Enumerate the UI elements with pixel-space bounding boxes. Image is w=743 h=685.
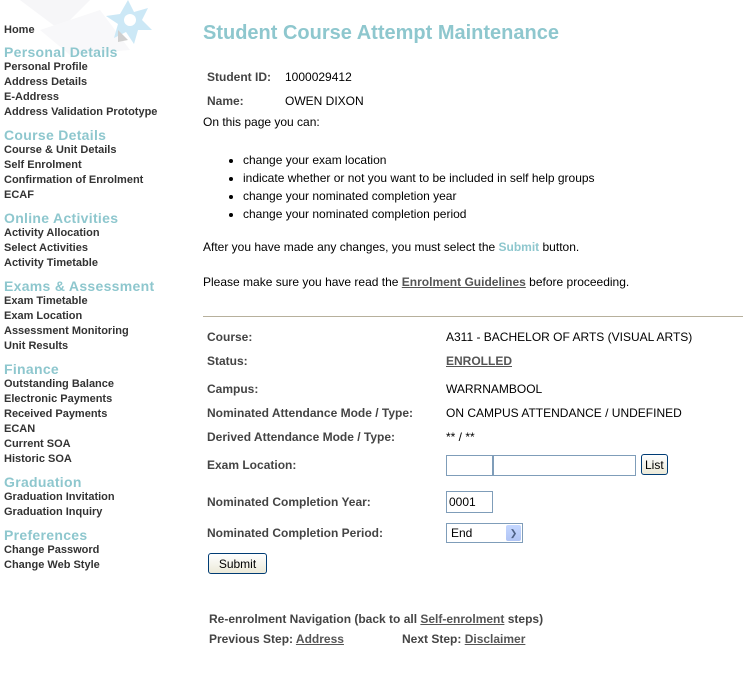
previous-step-address-link[interactable]: Address bbox=[296, 632, 344, 646]
list-item: change your nominated completion period bbox=[243, 205, 595, 223]
re-enrolment-navigation: Re-enrolment Navigation (back to all Sel… bbox=[209, 612, 543, 626]
sidebar-item-course-unit-details[interactable]: Course & Unit Details bbox=[4, 143, 199, 158]
sidebar-heading: Finance bbox=[4, 361, 60, 377]
sidebar-group: Personal Details Personal Profile Address … bbox=[4, 44, 199, 120]
next-step-label: Next Step: bbox=[402, 632, 465, 646]
completion-year-label: Nominated Completion Year: bbox=[207, 495, 371, 509]
divider bbox=[203, 316, 743, 317]
sidebar-group: Preferences Change Password Change Web Sty… bbox=[4, 527, 199, 573]
sidebar-group: Course Details Course & Unit Details Self … bbox=[4, 127, 199, 203]
exam-location-label: Exam Location: bbox=[207, 458, 297, 472]
chevron-down-icon[interactable]: ❯ bbox=[506, 525, 521, 541]
student-id-value: 1000029412 bbox=[285, 70, 352, 84]
sidebar-nav: Home Personal Details Personal Profile Add… bbox=[4, 23, 199, 580]
sidebar-item-confirmation-of-enrolment[interactable]: Confirmation of Enrolment bbox=[4, 173, 199, 188]
next-step: Next Step: Disclaimer bbox=[402, 632, 525, 646]
navigation-text: steps) bbox=[504, 612, 544, 626]
sidebar-item-outstanding-balance[interactable]: Outstanding Balance bbox=[4, 377, 199, 392]
list-button[interactable]: List bbox=[641, 454, 668, 475]
sidebar-item-select-activities[interactable]: Select Activities bbox=[4, 241, 199, 256]
sidebar-item-activity-timetable[interactable]: Activity Timetable bbox=[4, 256, 199, 271]
sidebar-item-graduation-invitation[interactable]: Graduation Invitation bbox=[4, 490, 199, 505]
sidebar-item-ecaf[interactable]: ECAF bbox=[4, 188, 199, 203]
list-item: change your nominated completion year bbox=[243, 187, 595, 205]
sidebar-heading: Online Activities bbox=[4, 210, 119, 226]
sidebar-item-e-address[interactable]: E-Address bbox=[4, 90, 199, 105]
completion-period-label: Nominated Completion Period: bbox=[207, 526, 384, 540]
status-link[interactable]: ENROLLED bbox=[446, 354, 512, 368]
sidebar-item-change-web-style[interactable]: Change Web Style bbox=[4, 558, 199, 573]
sidebar-heading: Preferences bbox=[4, 527, 88, 543]
derived-mode-label: Derived Attendance Mode / Type: bbox=[207, 430, 396, 444]
sidebar-item-historic-soa[interactable]: Historic SOA bbox=[4, 452, 199, 467]
sidebar-heading: Exams & Assessment bbox=[4, 278, 155, 294]
intro-text: On this page you can: bbox=[203, 115, 320, 129]
previous-step: Previous Step: Address bbox=[209, 632, 344, 646]
previous-step-label: Previous Step: bbox=[209, 632, 296, 646]
sidebar-item-unit-results[interactable]: Unit Results bbox=[4, 339, 199, 354]
derived-mode-value: ** / ** bbox=[446, 430, 475, 444]
sidebar-item-graduation-inquiry[interactable]: Graduation Inquiry bbox=[4, 505, 199, 520]
exam-location-code-input[interactable] bbox=[446, 455, 493, 476]
sidebar-item-exam-timetable[interactable]: Exam Timetable bbox=[4, 294, 199, 309]
sidebar-item-home[interactable]: Home bbox=[4, 23, 199, 38]
student-id-label: Student ID: bbox=[207, 70, 271, 84]
self-enrolment-link[interactable]: Self-enrolment bbox=[420, 612, 504, 626]
submit-highlight: Submit bbox=[498, 240, 540, 254]
sidebar-group: Graduation Graduation Invitation Graduatio… bbox=[4, 474, 199, 520]
sidebar-item-self-enrolment[interactable]: Self Enrolment bbox=[4, 158, 199, 173]
sidebar-item-change-password[interactable]: Change Password bbox=[4, 543, 199, 558]
submit-instruction: After you have made any changes, you mus… bbox=[203, 240, 579, 254]
page-title: Student Course Attempt Maintenance bbox=[203, 22, 559, 44]
instruction-text: After you have made any changes, you mus… bbox=[203, 240, 499, 254]
sidebar-heading: Graduation bbox=[4, 474, 82, 490]
sidebar-item-address-validation-prototype[interactable]: Address Validation Prototype bbox=[4, 105, 199, 120]
enrolment-guidelines-link[interactable]: Enrolment Guidelines bbox=[402, 275, 526, 289]
list-item: change your exam location bbox=[243, 151, 595, 169]
nominated-mode-label: Nominated Attendance Mode / Type: bbox=[207, 406, 414, 420]
campus-value: WARRNAMBOOL bbox=[446, 382, 543, 396]
campus-label: Campus: bbox=[207, 382, 259, 396]
next-step-disclaimer-link[interactable]: Disclaimer bbox=[465, 632, 526, 646]
student-identity: Student ID: 1000029412 Name: OWEN DIXON bbox=[207, 70, 364, 118]
sidebar-item-ecan[interactable]: ECAN bbox=[4, 422, 199, 437]
sidebar-item-activity-allocation[interactable]: Activity Allocation bbox=[4, 226, 199, 241]
sidebar-item-exam-location[interactable]: Exam Location bbox=[4, 309, 199, 324]
submit-button[interactable]: Submit bbox=[208, 553, 267, 574]
sidebar-group: Online Activities Activity Allocation Sele… bbox=[4, 210, 199, 271]
course-value: A311 - BACHELOR OF ARTS (VISUAL ARTS) bbox=[446, 330, 693, 344]
completion-period-value: End bbox=[451, 526, 473, 540]
completion-period-select[interactable]: End ❯ bbox=[446, 523, 523, 543]
course-label: Course: bbox=[207, 330, 253, 344]
navigation-text: Re-enrolment Navigation (back to all bbox=[209, 612, 421, 626]
list-item: indicate whether or not you want to be i… bbox=[243, 169, 595, 187]
sidebar-item-received-payments[interactable]: Received Payments bbox=[4, 407, 199, 422]
sidebar-heading: Personal Details bbox=[4, 44, 118, 60]
exam-location-name-input[interactable] bbox=[493, 455, 636, 476]
guidelines-notice: Please make sure you have read the Enrol… bbox=[203, 275, 629, 289]
status-label: Status: bbox=[207, 354, 248, 368]
notice-text: Please make sure you have read the bbox=[203, 275, 402, 289]
completion-year-input[interactable] bbox=[446, 491, 493, 513]
sidebar-item-personal-profile[interactable]: Personal Profile bbox=[4, 60, 199, 75]
notice-text: before proceeding. bbox=[525, 275, 630, 289]
sidebar-item-current-soa[interactable]: Current SOA bbox=[4, 437, 199, 452]
sidebar-item-electronic-payments[interactable]: Electronic Payments bbox=[4, 392, 199, 407]
sidebar-group: Finance Outstanding Balance Electronic Pay… bbox=[4, 361, 199, 467]
sidebar-item-address-details[interactable]: Address Details bbox=[4, 75, 199, 90]
sidebar-item-assessment-monitoring[interactable]: Assessment Monitoring bbox=[4, 324, 199, 339]
nominated-mode-value: ON CAMPUS ATTENDANCE / UNDEFINED bbox=[446, 406, 682, 420]
capabilities-list: change your exam location indicate wheth… bbox=[203, 151, 595, 223]
sidebar-group: Exams & Assessment Exam Timetable Exam Loc… bbox=[4, 278, 199, 354]
sidebar-heading: Course Details bbox=[4, 127, 107, 143]
instruction-text: button. bbox=[539, 240, 580, 254]
